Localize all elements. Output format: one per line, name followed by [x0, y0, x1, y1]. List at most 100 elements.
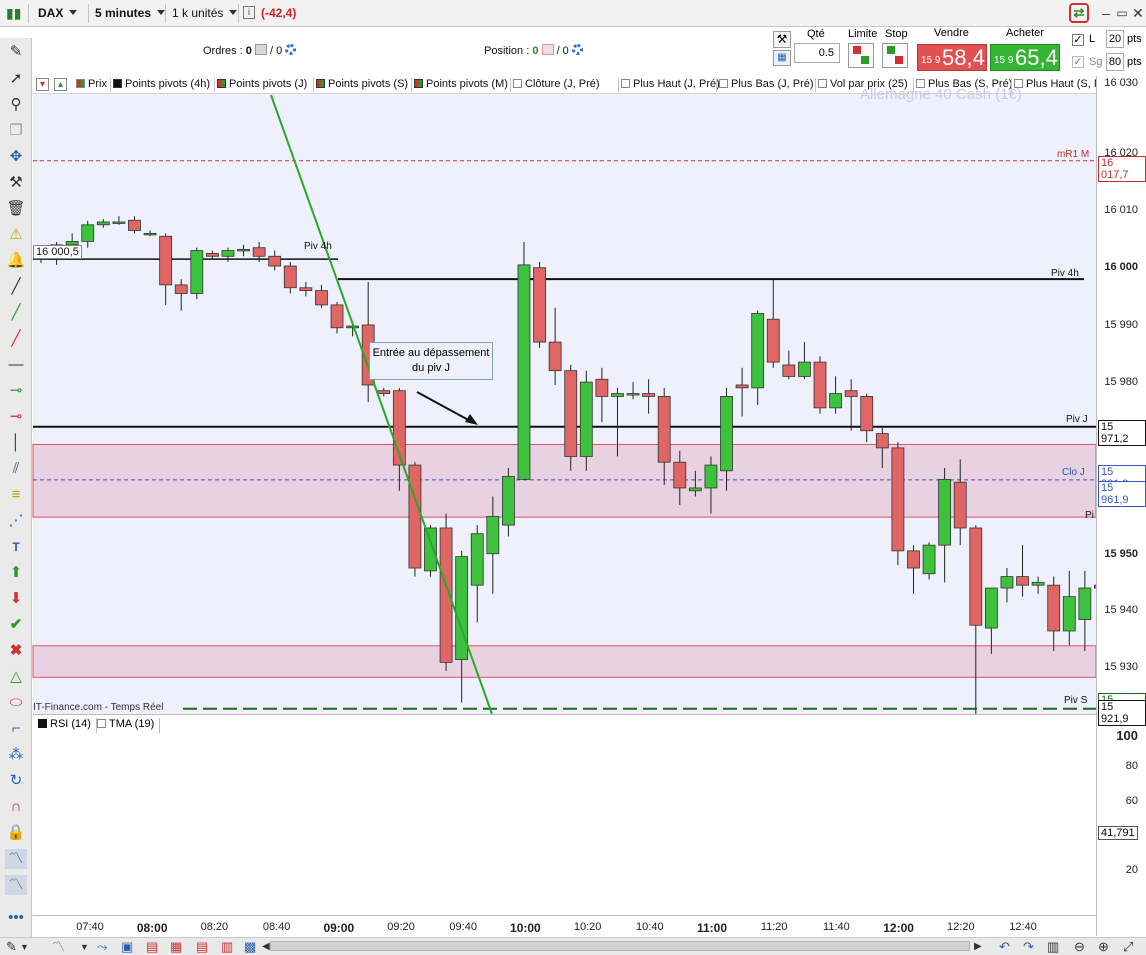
candle-body	[704, 464, 718, 489]
candle-body	[205, 253, 219, 257]
zoom-out-icon[interactable]: ⊖	[1074, 938, 1085, 955]
price-tick-label: 15 950	[1104, 548, 1138, 560]
candle-body	[891, 447, 905, 552]
pivs-value-box: 15 921,9	[1098, 700, 1146, 726]
time-tick-label: 08:00	[136, 921, 168, 935]
legend-item[interactable]: Plus Bas (J, Pré)	[719, 78, 814, 93]
annotation-text: Entrée au dépassement du piv J	[372, 347, 490, 374]
rsi-swatch	[38, 719, 47, 728]
legend-item[interactable]: Points pivots (M)	[414, 78, 508, 93]
candle-body	[237, 249, 250, 252]
legend-swatch	[818, 79, 827, 88]
annotation-box[interactable]: Entrée au dépassement du piv J	[369, 342, 493, 380]
time-axis[interactable]: 07:40 08:00 08:20 08:40 09:00 09:20 09:40 10:00…	[33, 915, 1096, 937]
screener-icon[interactable]: ▦	[170, 938, 182, 955]
legend-item[interactable]: Clôture (J, Pré)	[513, 78, 600, 93]
candle-body	[938, 478, 952, 546]
candle-body	[299, 287, 313, 291]
time-tick-label: 11:20	[760, 921, 788, 933]
rsi-label: RSI (14)	[50, 718, 91, 730]
robot-icon[interactable]: ▩	[244, 938, 256, 955]
legend-item[interactable]: Plus Haut (J, Pré)	[621, 78, 720, 93]
legend-swatch	[217, 79, 226, 88]
candle-body	[922, 544, 936, 575]
dropdown-icon[interactable]: ▼	[20, 938, 29, 955]
grid-icon[interactable]: ▤	[196, 938, 208, 955]
arrow-box-icon[interactable]: ▴	[54, 78, 67, 91]
draw-icon[interactable]: ✎	[6, 938, 17, 955]
legend-swatch	[414, 79, 423, 88]
legend-swatch	[719, 79, 728, 88]
legend-label: Plus Haut (J, Pré)	[633, 78, 720, 90]
price-axis[interactable]: 16 030 16 020 16 010 16 000 15 990 15 980 15 9…	[1096, 76, 1146, 936]
time-tick-label: 08:40	[262, 921, 291, 933]
candle-body	[517, 264, 531, 480]
candle-body	[533, 267, 546, 343]
rsi-tick-label: 60	[1125, 795, 1138, 807]
candle-body	[782, 364, 796, 377]
legend-item[interactable]: Points pivots (4h)	[113, 78, 210, 93]
candle-body	[143, 232, 157, 236]
close-box-icon[interactable]: ▾	[36, 78, 49, 91]
candle-body	[112, 221, 126, 224]
candle-body	[829, 393, 842, 409]
legend-separator	[313, 78, 314, 92]
price-tick-label: 15 940	[1104, 604, 1138, 616]
time-tick-label: 07:40	[76, 921, 104, 933]
legend-item[interactable]: Prix	[76, 78, 107, 93]
rsi-legend[interactable]: RSI (14)	[33, 718, 97, 733]
candle-body	[798, 361, 811, 377]
rsi-tick-label: 80	[1125, 760, 1138, 772]
time-tick-label: 11:00	[696, 921, 728, 935]
rsi-panel[interactable]: RSI (14) TMA (19)	[33, 714, 1096, 915]
price-tick-label: 15 990	[1104, 319, 1138, 331]
candle-body	[315, 290, 328, 306]
price-tick-label: 15 980	[1104, 376, 1138, 388]
fullscreen-icon[interactable]: ⤢	[1123, 938, 1133, 955]
candle-body	[751, 313, 765, 389]
bars-icon[interactable]: ▥	[1047, 938, 1059, 955]
time-tick-label: 12:00	[883, 921, 914, 935]
undo-icon[interactable]: ↶	[999, 938, 1010, 955]
legend-label: Points pivots (M)	[426, 78, 508, 90]
pi-cut-label: Pi	[1085, 510, 1094, 521]
candle-body	[283, 265, 297, 289]
dropdown-2-icon[interactable]: ▼	[80, 938, 89, 955]
scroll-right-icon[interactable]: ▶	[974, 938, 982, 955]
candle-body	[128, 219, 141, 231]
legend-label: Points pivots (J)	[229, 78, 308, 90]
scroll-left-icon[interactable]: ◀	[262, 938, 270, 955]
legend-separator	[411, 78, 412, 92]
chart-scrollbar[interactable]	[270, 941, 970, 951]
candle-body	[626, 393, 640, 396]
legend-separator	[716, 78, 717, 92]
legend-swatch	[513, 79, 522, 88]
candle-body	[735, 384, 749, 389]
candle-body	[96, 221, 110, 226]
price-tick-label: 16 000	[1104, 261, 1138, 273]
legend-item[interactable]: Points pivots (J)	[217, 78, 307, 93]
tma-legend[interactable]: TMA (19)	[92, 718, 161, 733]
candle-body	[377, 390, 391, 394]
piv4h-right-label: Piv 4h	[1051, 268, 1079, 279]
time-tick-label: 10:40	[636, 921, 664, 933]
zoom-in-icon[interactable]: ⊕	[1098, 938, 1109, 955]
time-tick-label: 10:00	[510, 921, 541, 935]
list-icon[interactable]: ▤	[146, 938, 158, 955]
candle-body	[984, 587, 998, 629]
backtest-icon[interactable]: ▥	[221, 938, 233, 955]
candle-body	[486, 516, 500, 555]
window-icon[interactable]: ▣	[121, 938, 133, 955]
candle-body	[657, 396, 671, 463]
candle-body	[688, 487, 702, 492]
time-tick-label: 12:40	[1009, 921, 1037, 933]
annotation-arrow	[416, 391, 475, 424]
watermark: Allemagne 40 Cash (1€)	[860, 86, 1022, 103]
tma-swatch	[97, 719, 106, 728]
candle-body	[1078, 587, 1092, 620]
time-tick-label: 08:20	[200, 921, 229, 933]
redo-icon[interactable]: ↷	[1023, 938, 1034, 955]
share-icon[interactable]: ⤳	[97, 938, 107, 955]
indicator-add-icon[interactable]: 〽	[52, 938, 65, 955]
legend-item[interactable]: Points pivots (S)	[316, 78, 408, 93]
